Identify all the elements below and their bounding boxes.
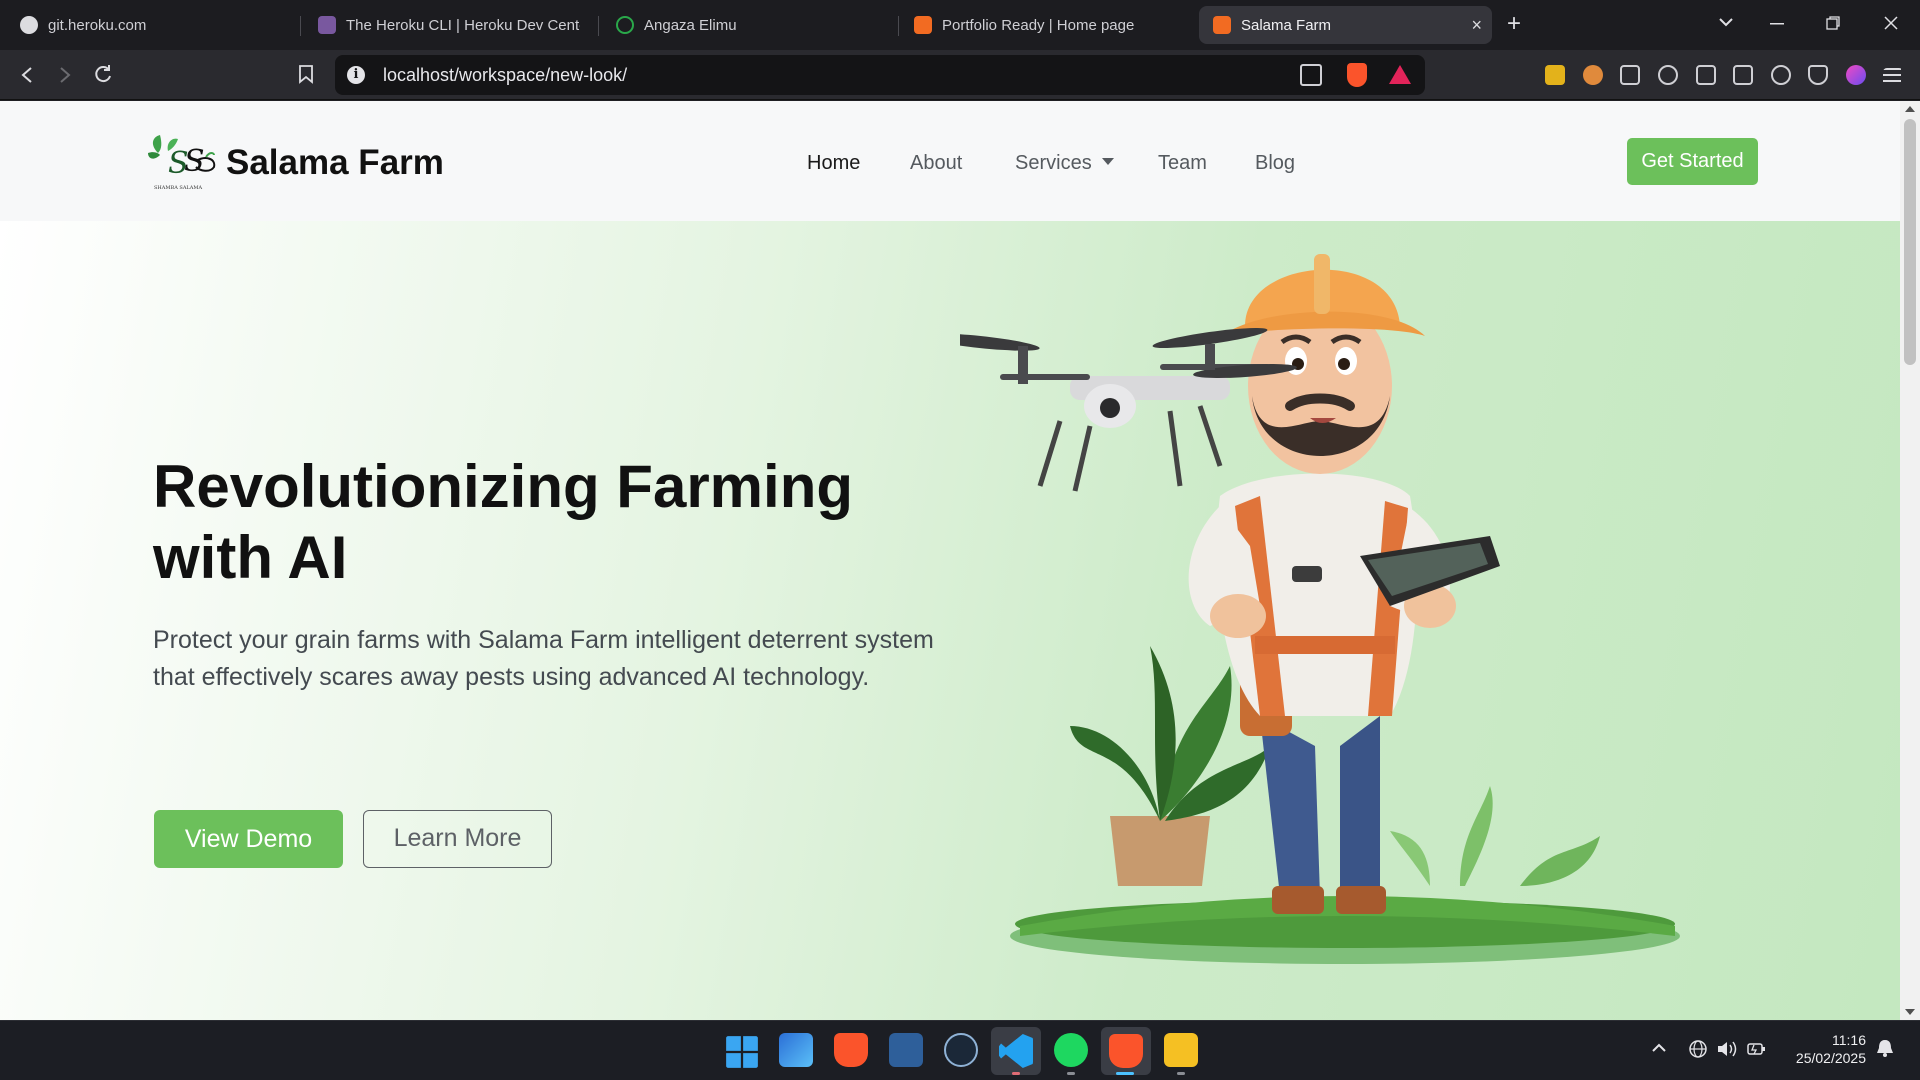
close-window-icon[interactable] [1884,16,1898,30]
browser-tab-strip: git.heroku.com The Heroku CLI | Heroku D… [0,0,1920,50]
extensions-puzzle-icon[interactable] [1620,65,1640,85]
svg-text:S: S [184,144,205,179]
running-indicator [1012,1072,1020,1075]
running-indicator [1067,1072,1075,1075]
running-indicator [1177,1072,1185,1075]
speedreader-icon[interactable] [1658,65,1678,85]
restore-icon[interactable] [1826,16,1840,30]
steam-icon[interactable] [944,1033,978,1067]
tab-search-chevron-icon[interactable] [1718,17,1734,27]
system-clock[interactable]: 11:16 25/02/2025 [1796,1031,1866,1067]
hero-title: Revolutionizing Farming with AI [153,453,853,591]
scroll-up-icon[interactable] [1905,106,1915,112]
extension-icon[interactable] [1545,65,1565,85]
get-started-button[interactable]: Get Started [1627,138,1758,185]
clock-time: 11:16 [1832,1032,1866,1048]
volume-icon[interactable] [1716,1039,1738,1059]
tab-git-heroku[interactable]: git.heroku.com [6,6,296,44]
hero-subtitle: Protect your grain farms with Salama Far… [153,626,934,691]
vpn-shield-icon[interactable] [1808,65,1828,85]
address-bar[interactable]: i localhost/workspace/new-look/ [335,55,1425,95]
menu-icon[interactable] [1883,68,1903,88]
share-icon[interactable] [1300,64,1322,86]
salama-farm-logo[interactable]: S S SHAMBA SALAMA [148,131,218,193]
url-text[interactable]: localhost/workspace/new-look/ [383,65,627,86]
site-info-icon[interactable]: i [347,66,365,84]
back-icon[interactable] [20,66,34,84]
wallet-icon[interactable] [1733,65,1753,85]
nav-home[interactable]: Home [807,152,860,175]
mysql-workbench-icon[interactable] [889,1033,923,1067]
heroku-icon [318,16,336,34]
new-tab-button[interactable]: + [1507,11,1521,37]
extension-cookie-icon[interactable] [1583,65,1603,85]
tab-portfolio-ready[interactable]: Portfolio Ready | Home page [900,6,1190,44]
nav-about[interactable]: About [910,152,962,175]
brave-shields-icon[interactable] [1347,63,1367,87]
tab-heroku-cli[interactable]: The Heroku CLI | Heroku Dev Center [304,6,594,44]
drone-illustration [960,327,1297,492]
tab-title: Angaza Elimu [644,16,737,34]
clock-date: 25/02/2025 [1795,1050,1866,1066]
brave-nightly-icon [1109,1034,1143,1068]
site-header: S S SHAMBA SALAMA Salama Farm Home About… [0,101,1900,221]
hero-section: Revolutionizing Farming with AI Protect … [0,221,1900,1020]
brave-rewards-icon[interactable] [1389,65,1411,84]
windows-start-icon[interactable] [725,1035,759,1069]
tab-title: Portfolio Ready | Home page [942,16,1135,34]
view-demo-button[interactable]: View Demo [154,810,343,868]
file-explorer-icon[interactable] [1164,1033,1198,1067]
scroll-down-icon[interactable] [1905,1009,1915,1015]
tab-title: git.heroku.com [48,16,147,34]
xampp-icon [1213,16,1231,34]
tab-divider [300,16,301,36]
vscode-alt-icon[interactable] [779,1033,813,1067]
nav-services[interactable]: Services [1015,152,1114,175]
farmer-drone-illustration [960,254,1680,964]
scrollbar-thumb[interactable] [1904,119,1916,365]
leo-ai-icon[interactable] [1771,65,1791,85]
tab-title: Salama Farm [1241,16,1332,34]
caret-down-icon [1101,158,1114,165]
xampp-icon [914,16,932,34]
sidebar-icon[interactable] [1696,65,1716,85]
spotify-icon[interactable] [1054,1033,1088,1067]
nav-blog[interactable]: Blog [1255,152,1295,175]
show-hidden-icons-chevron-icon[interactable] [1652,1043,1666,1053]
bookmark-icon[interactable] [298,64,314,84]
tab-divider [898,16,899,36]
brave-browser-icon[interactable] [834,1033,868,1067]
tab-divider [598,16,599,36]
nav-services-label: Services [1015,152,1092,174]
brand-name[interactable]: Salama Farm [226,143,444,183]
close-tab-icon[interactable]: × [1471,16,1482,34]
logo-caption: SHAMBA SALAMA [154,185,202,191]
forward-icon[interactable] [58,66,72,84]
page-scrollbar[interactable] [1900,101,1920,1020]
windows-taskbar: 11:16 25/02/2025 [0,1020,1920,1080]
battery-plug-icon[interactable] [1746,1039,1768,1059]
nav-team[interactable]: Team [1158,152,1207,175]
browser-toolbar: i localhost/workspace/new-look/ [0,50,1920,100]
angaza-icon [616,16,634,34]
tab-angaza-elimu[interactable]: Angaza Elimu [602,6,892,44]
tab-title: The Heroku CLI | Heroku Dev Center [346,16,580,34]
minimize-icon[interactable] [1770,23,1784,25]
notification-bell-icon[interactable] [1876,1038,1894,1058]
globe-icon [20,16,38,34]
tab-salama-farm[interactable]: Salama Farm × [1199,6,1492,44]
learn-more-button[interactable]: Learn More [363,810,552,868]
reload-icon[interactable] [93,64,113,84]
page-viewport: S S SHAMBA SALAMA Salama Farm Home About… [0,101,1900,1020]
active-indicator [1116,1072,1134,1075]
language-globe-icon[interactable] [1688,1039,1708,1059]
profile-avatar-icon[interactable] [1846,65,1866,85]
